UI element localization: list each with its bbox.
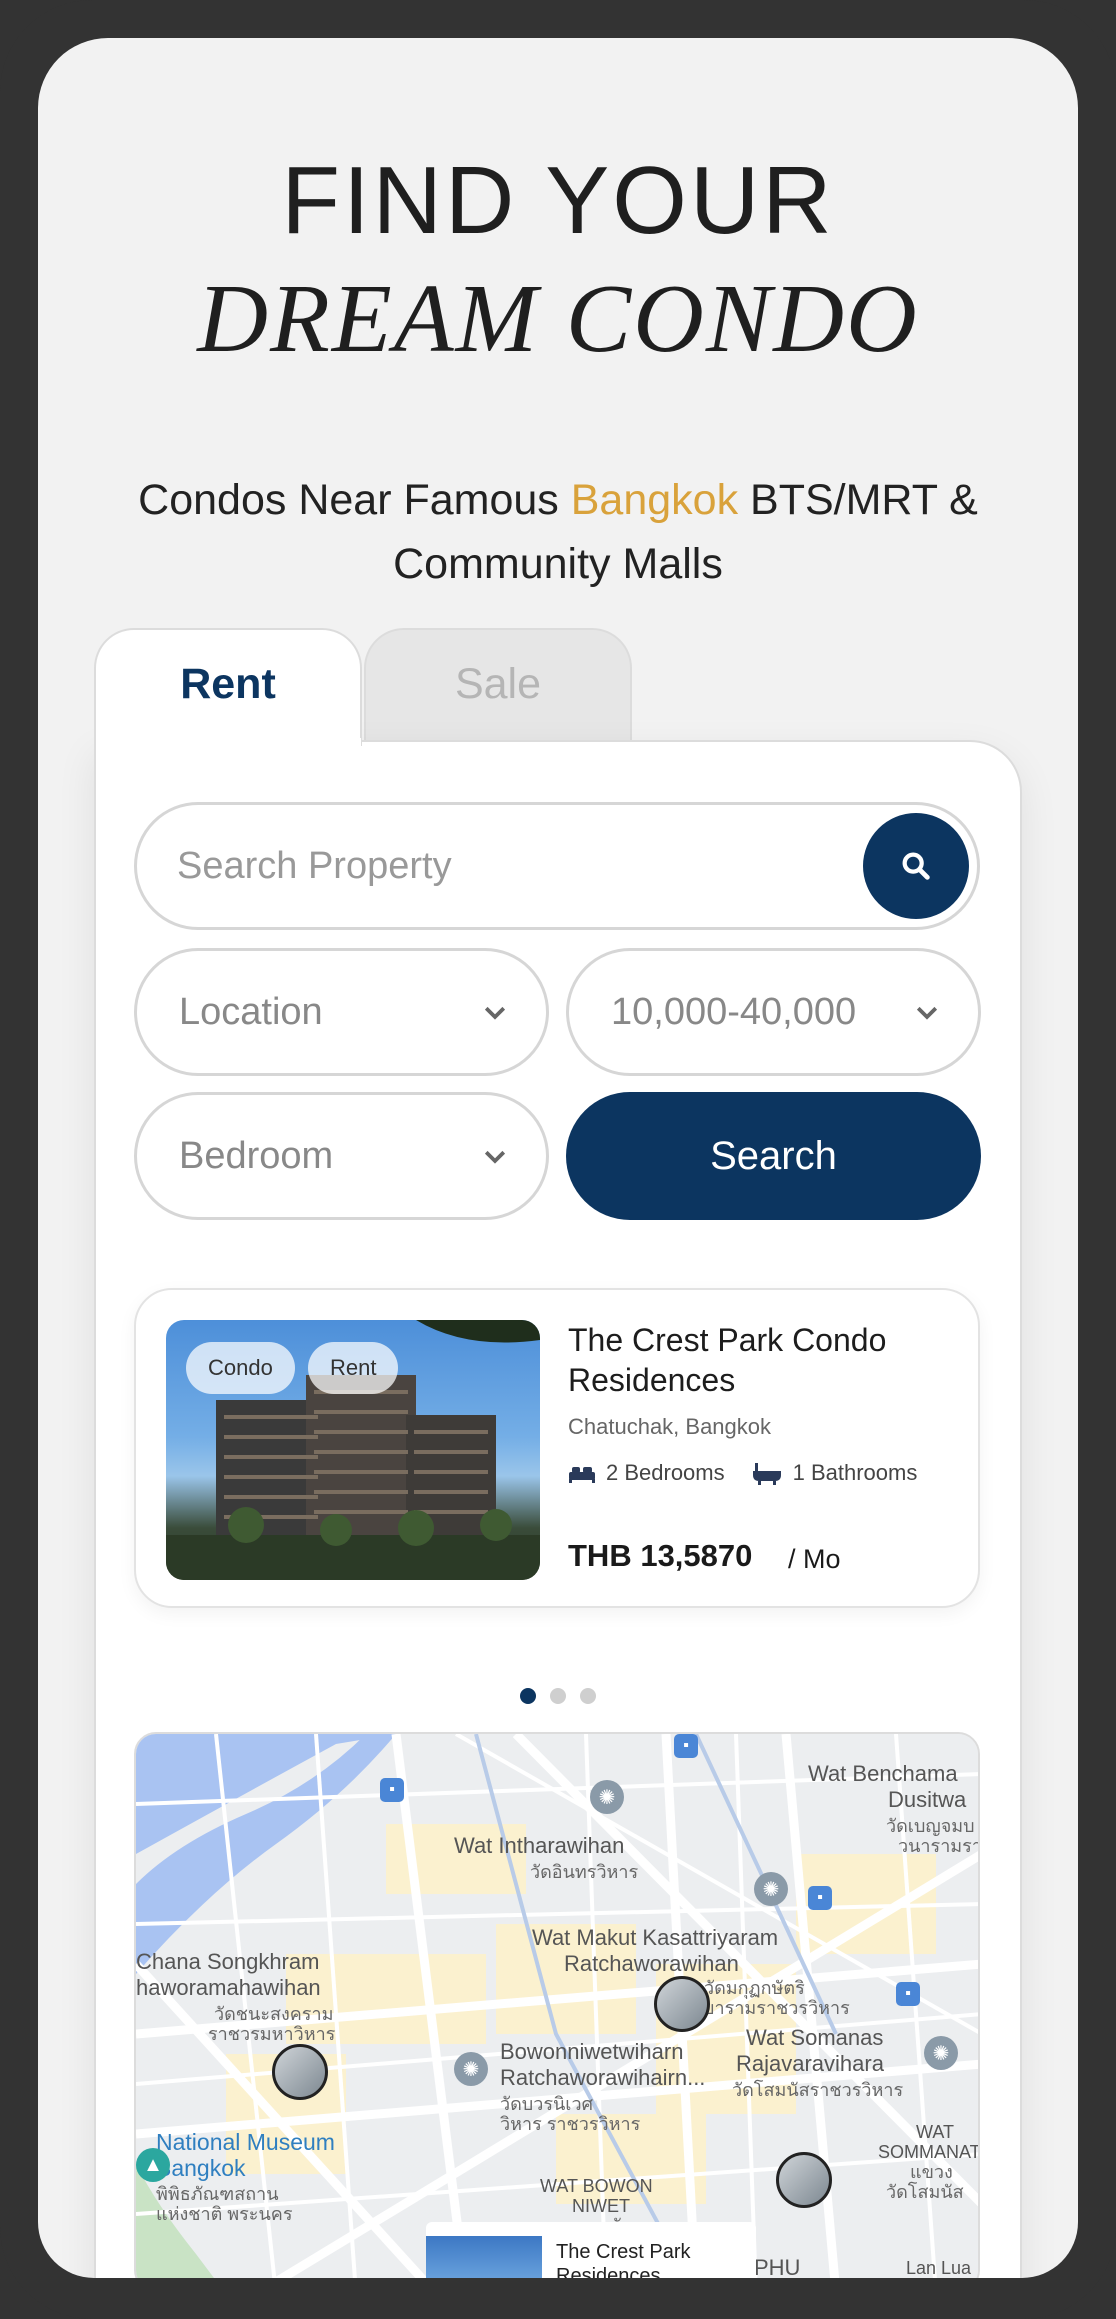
hero-subtitle: Condos Near Famous Bangkok BTS/MRT & Com… — [78, 468, 1038, 596]
search-input[interactable]: Search Property — [134, 802, 980, 930]
phone-frame: FIND YOUR DREAM CONDO Condos Near Famous… — [0, 0, 1116, 2319]
property-map-pin[interactable] — [776, 2152, 832, 2208]
map-label: Wat Benchama — [808, 1761, 958, 1786]
location-select[interactable]: Location — [134, 948, 549, 1076]
search-button[interactable]: Search — [566, 1092, 981, 1220]
temple-icon[interactable]: ✺ — [754, 1872, 788, 1906]
price-range-value: 10,000-40,000 — [611, 990, 857, 1033]
map-label: haworamahawihan — [136, 1975, 321, 2000]
bedroom-select-value: Bedroom — [179, 1134, 334, 1177]
category-chip: Condo — [186, 1342, 295, 1394]
map-label: ยารามราชวรวิหาร — [704, 1998, 850, 2018]
map-label: Wat Somanas — [746, 2025, 884, 2050]
map-label: Bowonniwetwiharn — [500, 2039, 684, 2064]
search-submit-button[interactable] — [863, 813, 969, 919]
subtitle-text-start: Condos Near Famous — [138, 476, 571, 524]
chevron-down-icon — [916, 1006, 938, 1020]
carousel-dots — [38, 1688, 1078, 1704]
temple-icon[interactable]: ✺ — [924, 2036, 958, 2070]
phone-screen: FIND YOUR DREAM CONDO Condos Near Famous… — [38, 38, 1078, 2278]
chevron-down-icon — [484, 1006, 506, 1020]
listing-card[interactable]: Condo Rent The Crest Park Condo Residenc… — [134, 1288, 980, 1608]
search-placeholder: Search Property — [177, 844, 452, 887]
temple-icon[interactable]: ✺ — [590, 1780, 624, 1814]
map-label: Ratchaworawihairn... — [500, 2065, 706, 2090]
map-label: PHU — [754, 2255, 801, 2279]
chevron-down-icon — [484, 1150, 506, 1164]
map-popup-title: The Crest Park Residences — [556, 2241, 691, 2278]
location-select-value: Location — [179, 990, 323, 1033]
listing-price: THB 13,5870 — [568, 1538, 753, 1573]
map-popup[interactable]: The Crest Park Residences — [426, 2222, 756, 2278]
map-label: วิหาร ราชวรวิหาร — [500, 2114, 641, 2134]
map-label: วัดโสมนัสราชวรวิหาร — [732, 2080, 904, 2100]
search-icon — [902, 852, 930, 880]
carousel-dot[interactable] — [550, 1688, 566, 1704]
price-range-select[interactable]: 10,000-40,000 — [566, 948, 981, 1076]
bedroom-select[interactable]: Bedroom — [134, 1092, 549, 1220]
price-unit: / Mo — [788, 1544, 841, 1574]
listing-title[interactable]: The Crest Park Condo Residences — [568, 1320, 958, 1400]
hero-title-line2: DREAM CONDO — [197, 265, 919, 373]
listing-features: 2 Bedrooms 1 Bathrooms — [568, 1460, 917, 1486]
carousel-dot[interactable] — [580, 1688, 596, 1704]
listing-type-chip: Rent — [308, 1342, 399, 1394]
map-label: Ratchaworawihan — [564, 1951, 739, 1976]
temple-icon[interactable]: ✺ — [454, 2052, 488, 2086]
subtitle-accent: Bangkok — [570, 476, 739, 524]
property-map-pin[interactable] — [272, 2044, 328, 2100]
transit-station-icon[interactable]: ▪ — [896, 1982, 920, 2006]
tab-rent[interactable]: Rent — [94, 628, 362, 746]
map-label: Lan Lua — [906, 2258, 972, 2278]
map-popup-photo — [426, 2236, 542, 2278]
map-label: วัดโสมนัส — [886, 2182, 964, 2202]
tab-join-mask — [96, 738, 361, 746]
map-label: National Museum — [156, 2129, 335, 2155]
map-label: Wat Makut Kasattriyaram — [532, 1925, 779, 1950]
listing-location: Chatuchak, Bangkok — [568, 1414, 772, 1439]
property-map-pin[interactable] — [654, 1976, 710, 2032]
transit-station-icon[interactable]: ▪ — [808, 1886, 832, 1910]
hero-title-line1: FIND YOUR — [281, 147, 835, 254]
listing-photo: Condo Rent — [166, 1320, 540, 1580]
tab-sale[interactable]: Sale — [364, 628, 632, 746]
map-label: แห่งชาติ พระนคร — [156, 2204, 293, 2224]
museum-icon[interactable]: ▲ — [136, 2148, 170, 2182]
map-label: วนารามรา — [898, 1836, 980, 1856]
map-label: ราชวรมหาวิหาร — [208, 2024, 336, 2044]
bathtub-icon — [752, 1463, 781, 1485]
bathrooms-count: 1 Bathrooms — [792, 1460, 918, 1485]
bed-icon — [569, 1467, 595, 1483]
map-view[interactable]: Wat Benchama Dusitwa วัดเบญจมบ วนารามรา … — [134, 1732, 980, 2278]
map-label: Wat Intharawihan — [454, 1833, 625, 1858]
map-label: Dusitwa — [888, 1787, 967, 1812]
map-label: Chana Songkhram — [136, 1949, 320, 1974]
map-label: Rajavaravihara — [736, 2051, 884, 2076]
transit-station-icon[interactable]: ▪ — [674, 1734, 698, 1758]
carousel-dot[interactable] — [520, 1688, 536, 1704]
map-label: วัดอินทรวิหาร — [530, 1862, 639, 1882]
transit-station-icon[interactable]: ▪ — [380, 1778, 404, 1802]
bedrooms-count: 2 Bedrooms — [606, 1460, 725, 1485]
